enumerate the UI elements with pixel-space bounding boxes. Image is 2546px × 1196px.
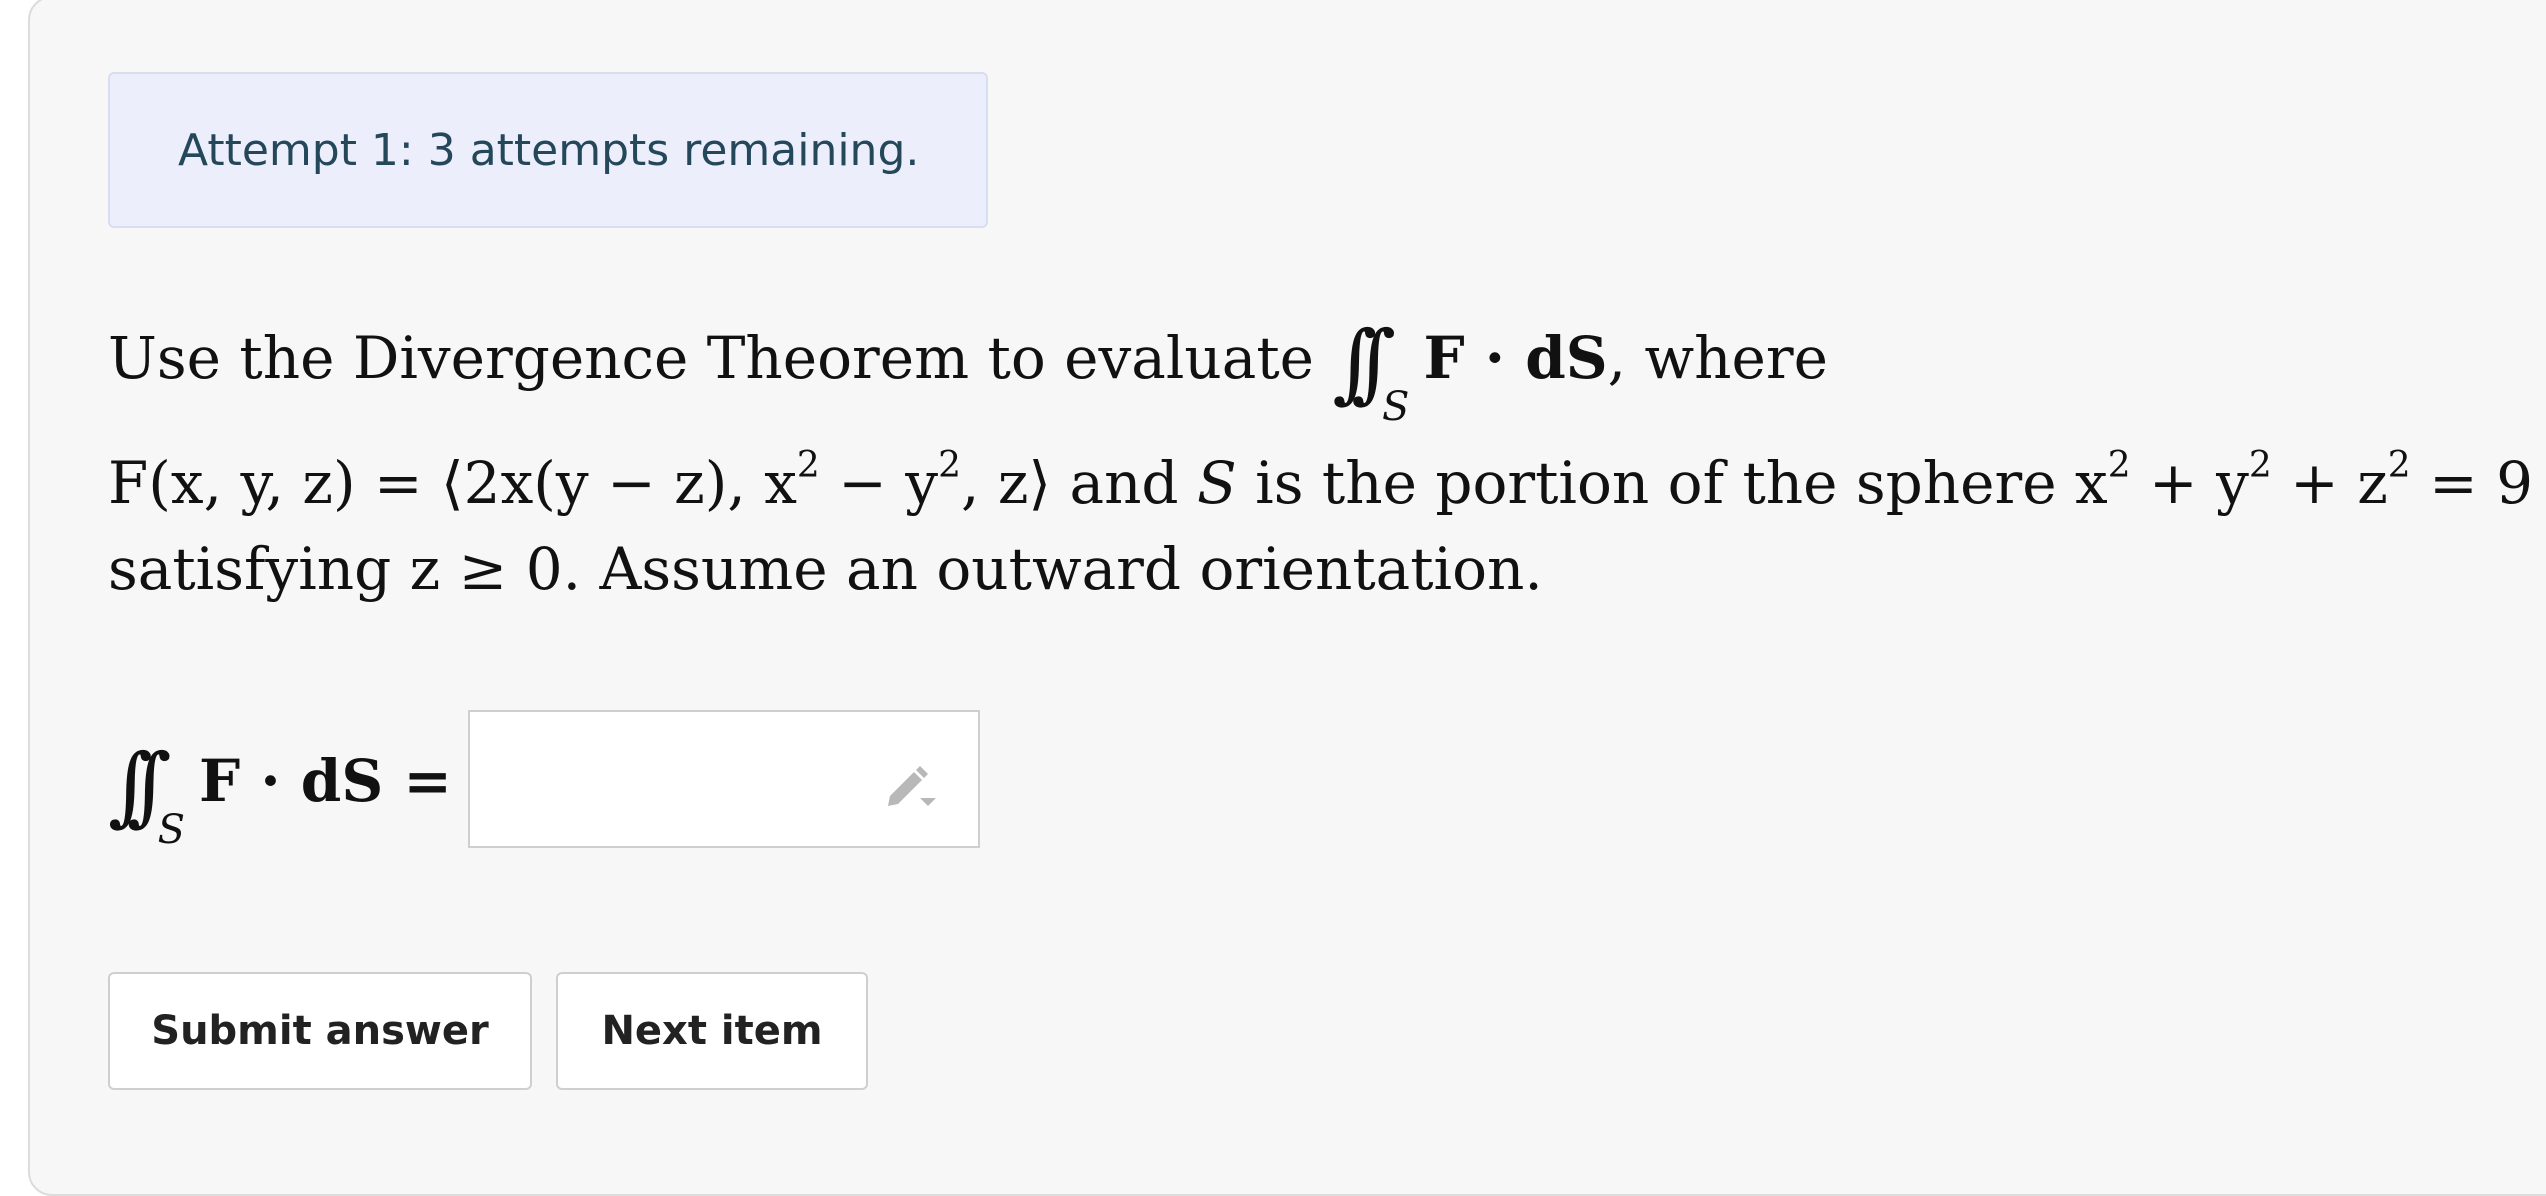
- answer-row: ∫∫ SF · dS =: [108, 706, 1108, 866]
- submit-answer-button[interactable]: Submit answer: [108, 972, 532, 1090]
- question-line-1: Use the Divergence Theorem to evaluate ∫…: [108, 313, 1828, 430]
- next-item-button[interactable]: Next item: [556, 972, 868, 1090]
- question-line-2: F(x, y, z) = ⟨2x(y − z), x2 − y2, z⟩ and…: [108, 445, 2534, 517]
- attempt-text: Attempt 1: 3 attempts remaining.: [178, 124, 920, 176]
- integrand: F · dS: [1423, 324, 1608, 392]
- question-line-3: satisfying z ≥ 0. Assume an outward orie…: [108, 535, 1543, 603]
- double-integral-symbol: ∫∫: [108, 736, 171, 836]
- attempt-banner: Attempt 1: 3 attempts remaining.: [108, 72, 988, 228]
- answer-expression: ∫∫ SF · dS =: [108, 736, 453, 853]
- field-definition: F(x, y, z) = ⟨2x(y − z), x2 − y2, z⟩: [108, 445, 1052, 517]
- answer-input[interactable]: [468, 710, 980, 848]
- double-integral-symbol: ∫∫: [1332, 313, 1395, 413]
- pencil-icon[interactable]: [882, 756, 938, 812]
